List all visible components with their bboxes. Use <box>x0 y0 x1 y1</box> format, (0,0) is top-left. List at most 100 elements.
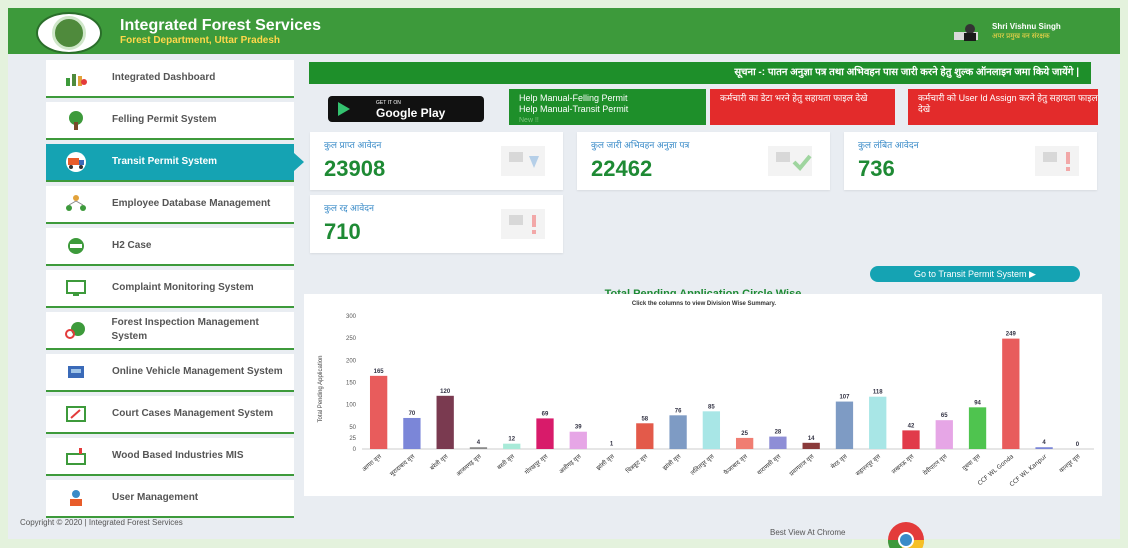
user-avatar-icon[interactable] <box>952 22 984 42</box>
sidebar-item-employee-database[interactable]: Employee Database Management <box>46 186 294 224</box>
sidebar-item-label: Transit Permit System <box>112 156 218 167</box>
go-to-transit-permit-button[interactable]: Go to Transit Permit System ▶ <box>870 266 1080 282</box>
sidebar-item-h2-case[interactable]: H2 Case <box>46 228 294 266</box>
truck-alert-icon <box>1035 146 1079 176</box>
new-badge: New !! <box>519 117 539 124</box>
bar-value-label: 69 <box>542 411 549 417</box>
forest-department-logo[interactable] <box>36 12 102 54</box>
chart-bar[interactable] <box>869 396 887 449</box>
help-transit-link[interactable]: Help Manual-Transit Permit <box>519 104 706 115</box>
bar-value-label: 249 <box>1006 332 1017 338</box>
sidebar-item-label: Felling Permit System <box>112 114 217 125</box>
x-tick-label: अलीगढ़ वृत्त <box>557 452 583 476</box>
x-tick-label: कानपुर वृत्त <box>1058 453 1082 475</box>
sidebar-item-label: Forest Inspection Management System <box>111 317 259 342</box>
chart-bar[interactable] <box>669 415 687 449</box>
sidebar-item-court-cases[interactable]: Court Cases Management System <box>46 396 294 434</box>
chart-bar[interactable] <box>1002 338 1020 449</box>
card-value: 23908 <box>324 156 386 181</box>
play-store-icon <box>338 102 350 116</box>
bar-value-label: 0 <box>1076 442 1080 448</box>
bar-value-label: 94 <box>974 400 981 406</box>
chart-bar[interactable] <box>636 423 654 449</box>
bar-value-label: 25 <box>741 431 748 437</box>
card-value: 22462 <box>591 156 653 181</box>
chart-bar[interactable] <box>1035 447 1053 449</box>
chart-bar[interactable] <box>735 437 754 449</box>
best-view-text: Best View At Chrome <box>770 528 846 537</box>
bar-value-label: 28 <box>775 430 782 436</box>
bar-value-label: 120 <box>440 389 451 395</box>
x-tick-label: वाराणसी वृत्त <box>755 452 782 477</box>
users-icon <box>70 490 82 506</box>
copyright-text: Copyright © 2020 | Integrated Forest Ser… <box>20 518 183 527</box>
card-title: कुल जारी अभिवहन अनुज्ञा पत्र <box>591 140 690 150</box>
sidebar-item-felling-permit[interactable]: Felling Permit System <box>46 102 294 140</box>
x-tick-label: चित्रकूट वृत्त <box>624 452 649 475</box>
chart-bar[interactable] <box>802 442 820 449</box>
sidebar-item-online-vehicle[interactable]: Online Vehicle Management System <box>46 354 294 392</box>
tree-icon <box>69 111 83 130</box>
sidebar-item-complaint-monitoring[interactable]: Complaint Monitoring System <box>46 270 294 308</box>
x-tick-label: लखनऊ वृत्त <box>891 453 916 476</box>
y-tick-label: 50 <box>349 425 356 431</box>
chart-bar[interactable] <box>835 401 854 449</box>
bar-value-label: 58 <box>641 416 648 422</box>
card-total-pending[interactable]: कुल लंबित आवेदन 736 <box>844 132 1097 190</box>
chart-bar[interactable] <box>403 417 421 449</box>
x-tick-label: झांसी वृत्त <box>595 452 617 472</box>
card-value: 710 <box>324 219 361 244</box>
chart-bar[interactable] <box>602 448 621 450</box>
help-manuals-button[interactable]: Help Manual-Felling Permit Help Manual-T… <box>509 89 706 125</box>
notice-banner: सूचना -: पातन अनुज्ञा पत्र तथा अभिवहन पा… <box>309 62 1091 84</box>
bar-value-label: 118 <box>873 390 883 396</box>
x-tick-label: ललितपुर वृत्त <box>689 452 717 477</box>
x-tick-label: देवीपाटन वृत्त <box>921 452 949 477</box>
chart-bar[interactable] <box>369 375 388 449</box>
chart-bar[interactable] <box>503 443 521 449</box>
chart-bar[interactable] <box>436 395 454 449</box>
x-tick-label: आगरा वृत्त <box>361 453 384 474</box>
sidebar-item-forest-inspection[interactable]: Forest Inspection Management System <box>46 312 294 350</box>
x-tick-label: आजमगढ़ वृत्त <box>455 453 483 478</box>
sidebar-item-transit-permit[interactable]: Transit Permit System <box>46 144 304 182</box>
employee-data-help-button[interactable]: कर्मचारी का डेटा भरने हेतु सहायता फाइल द… <box>710 89 895 125</box>
card-title: कुल रद्द आवेदन <box>324 203 375 213</box>
vehicle-icon <box>68 366 84 378</box>
page-frame: Integrated Forest Services Forest Depart… <box>8 8 1120 548</box>
card-total-issued[interactable]: कुल जारी अभिवहन अनुज्ञा पत्र 22462 <box>577 132 830 190</box>
sidebar-item-label: Integrated Dashboard <box>112 72 216 83</box>
bar-value-label: 42 <box>908 423 915 429</box>
card-total-received[interactable]: कुल प्राप्त आवेदन 23908 <box>310 132 563 190</box>
card-value: 736 <box>858 156 895 181</box>
app-subtitle: Forest Department, Uttar Pradesh <box>120 35 281 46</box>
x-tick-label: फैजाबाद वृत्त <box>722 452 749 477</box>
x-tick-label: मुरादाबाद वृत्त <box>389 453 417 478</box>
chart-bar[interactable] <box>702 411 721 449</box>
google-play-button[interactable]: GET IT ON Google Play <box>328 96 484 122</box>
x-tick-label: झांसी वृत्त <box>661 452 683 472</box>
y-tick-label: 200 <box>346 358 357 364</box>
sidebar-item-integrated-dashboard[interactable]: Integrated Dashboard <box>46 60 294 98</box>
chart-bar[interactable] <box>536 418 554 449</box>
sidebar-item-user-management[interactable]: User Management <box>46 480 294 518</box>
sidebar-item-wood-industries[interactable]: Wood Based Industries MIS <box>46 438 294 476</box>
x-tick-label: सहारनपुर वृत्त <box>855 453 883 478</box>
card-total-cancelled[interactable]: कुल रद्द आवेदन 710 <box>310 195 563 253</box>
card-title: कुल प्राप्त आवेदन <box>324 140 382 150</box>
help-felling-link[interactable]: Help Manual-Felling Permit <box>519 93 706 104</box>
bar-value-label: 4 <box>477 440 481 446</box>
chart-bar[interactable] <box>769 436 787 449</box>
bar-value-label: 165 <box>374 369 385 375</box>
chart-bar[interactable] <box>968 407 987 449</box>
chart-bar[interactable] <box>1068 449 1087 450</box>
chart-bar[interactable] <box>469 447 488 449</box>
chart-subtitle: Click the columns to view Division Wise … <box>632 301 777 307</box>
chart-bar[interactable] <box>902 430 920 449</box>
bar-value-label: 76 <box>675 408 682 414</box>
sidebar-item-label: H2 Case <box>112 240 152 251</box>
user-id-assign-help-button[interactable]: कर्मचारी को User Id Assign करने हेतु सहा… <box>908 89 1098 125</box>
chart-bar[interactable] <box>569 431 587 449</box>
chart-bar[interactable] <box>935 420 953 449</box>
bar-value-label: 85 <box>708 404 715 410</box>
